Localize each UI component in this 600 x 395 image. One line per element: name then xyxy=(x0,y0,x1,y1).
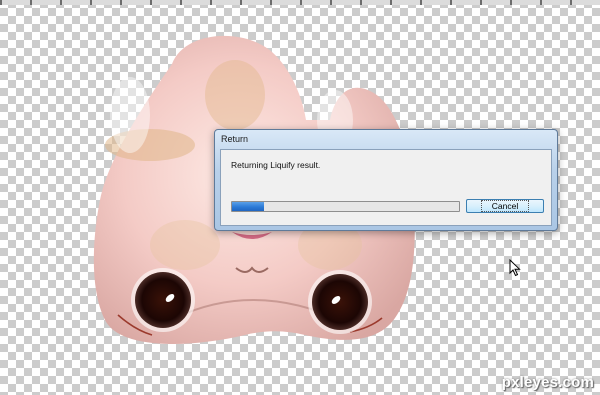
cancel-button[interactable]: Cancel xyxy=(466,199,544,213)
dialog-body: Returning Liquify result. Cancel xyxy=(220,149,552,226)
status-message: Returning Liquify result. xyxy=(231,160,321,170)
dialog-title: Return xyxy=(221,134,249,144)
progress-bar xyxy=(231,201,460,212)
progress-fill xyxy=(232,202,264,211)
mouse-pointer-icon xyxy=(509,259,521,277)
watermark-text: pxleyes.com xyxy=(501,374,594,391)
cancel-button-label: Cancel xyxy=(480,200,530,212)
return-dialog: Return Returning Liquify result. Cancel xyxy=(214,129,558,231)
